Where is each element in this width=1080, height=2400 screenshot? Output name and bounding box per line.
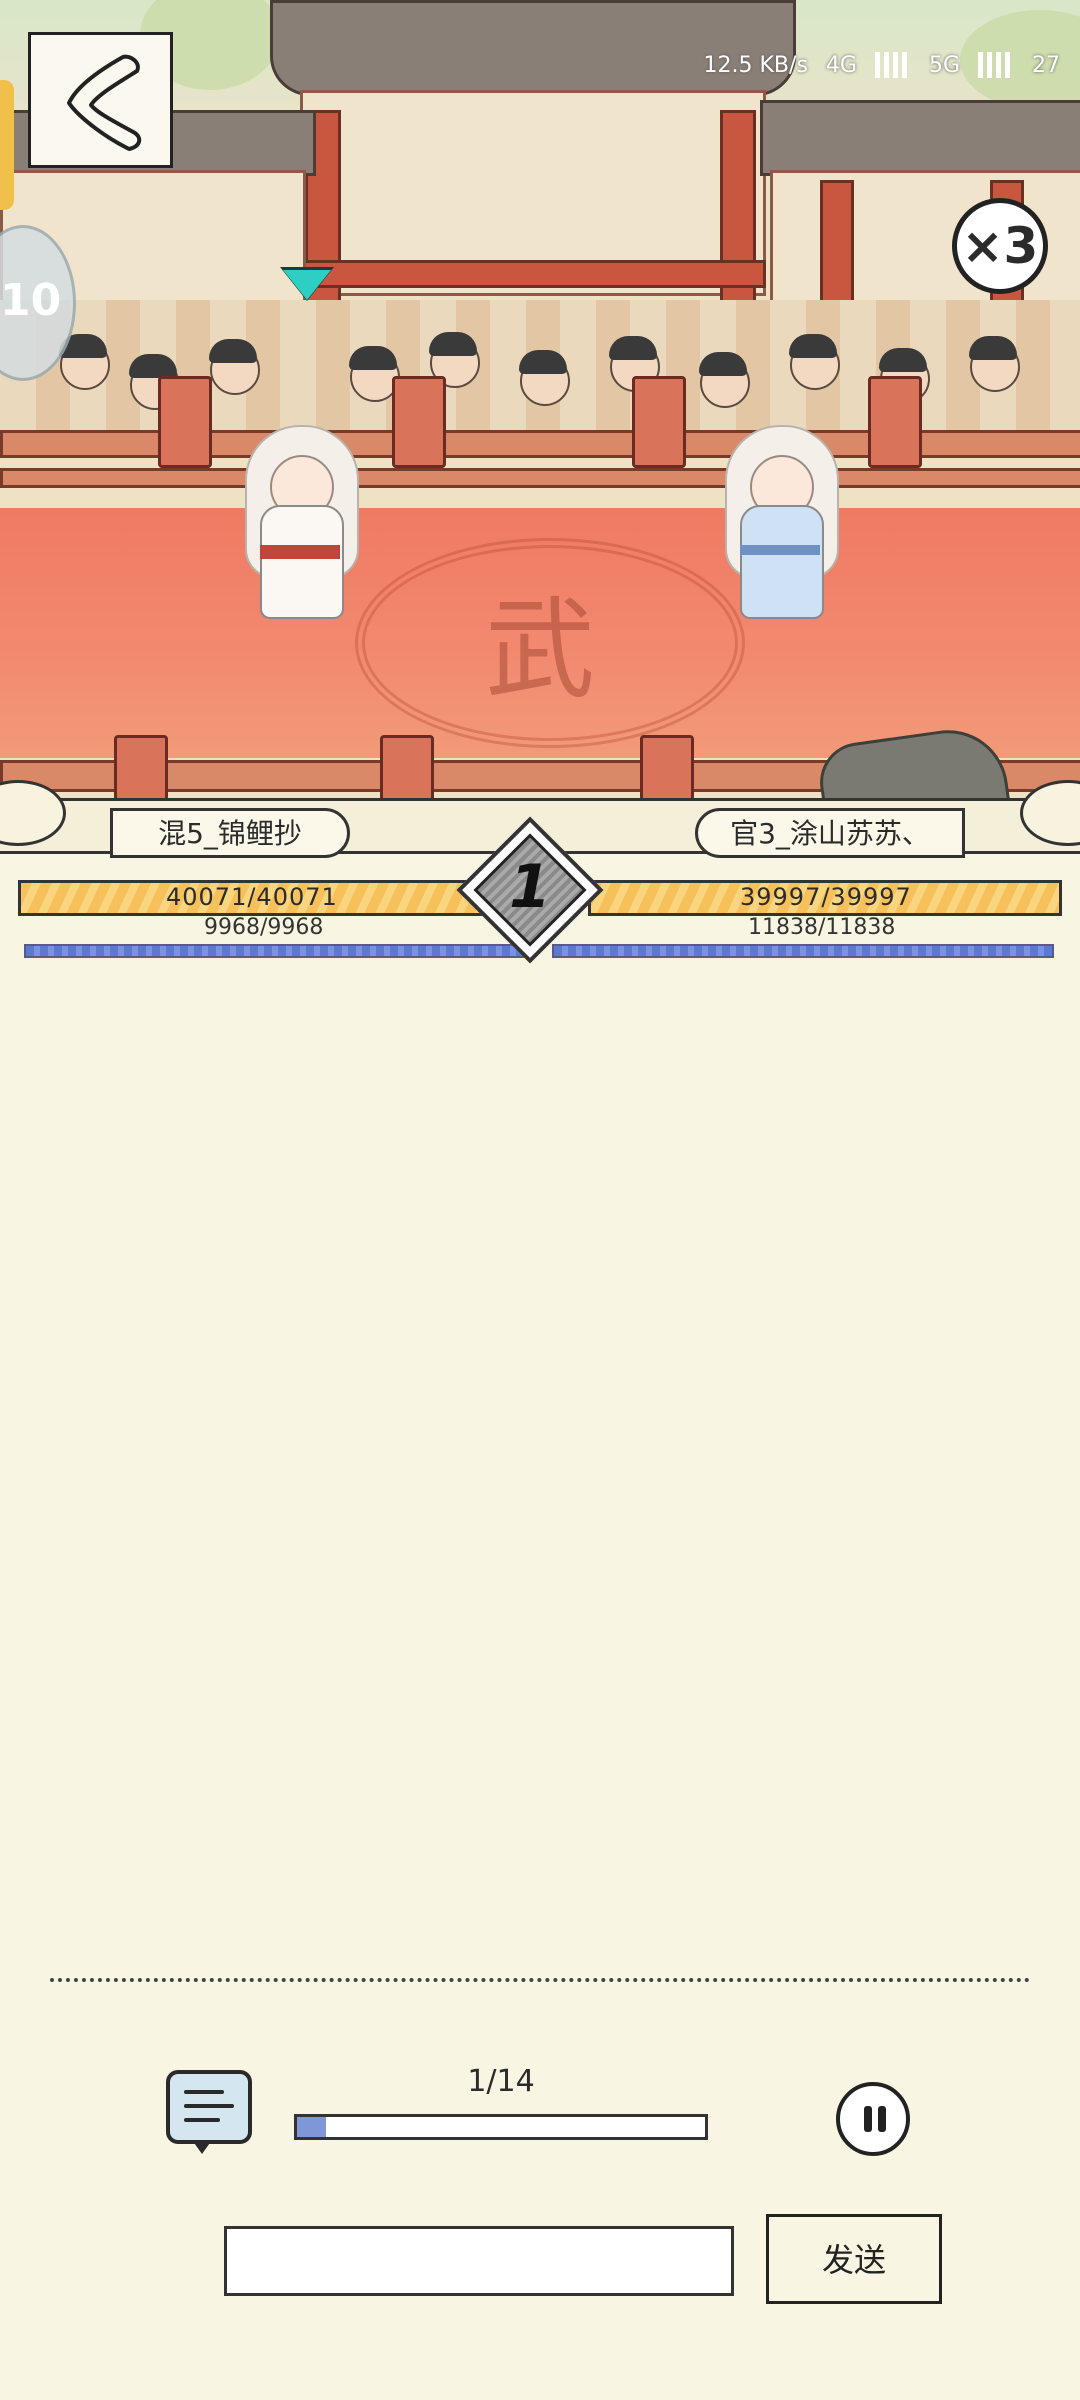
network-4g: 4G <box>825 52 857 78</box>
mp-bar-right <box>552 944 1054 958</box>
log-divider <box>50 1978 1030 1982</box>
speed-button[interactable]: ×3 <box>952 198 1048 294</box>
round-number: 1 <box>509 852 551 922</box>
back-button[interactable] <box>28 32 173 168</box>
floor-glyph: 武 <box>485 586 595 714</box>
player-left-name: 混5_锦鲤抄 <box>110 808 350 858</box>
mp-bar-left <box>24 944 524 958</box>
speed-icon: ×3 <box>961 217 1039 275</box>
fighter-left <box>225 425 375 625</box>
player-right-name: 官3_涂山苏苏、 <box>695 808 965 858</box>
chat-icon[interactable] <box>166 2070 252 2154</box>
pause-icon <box>864 2106 872 2132</box>
mp-text-right: 11838/11838 <box>748 915 896 940</box>
signal-icon-2 <box>978 52 1014 78</box>
hp-text-left: 40071/40071 <box>166 883 338 911</box>
back-icon <box>67 54 142 151</box>
progress-fill <box>297 2117 327 2137</box>
status-bar: 12.5 KB/s 4G 5G 27 <box>704 40 1060 90</box>
send-button[interactable]: 发送 <box>766 2214 942 2304</box>
signal-icon <box>874 52 911 78</box>
message-input[interactable] <box>224 2226 734 2296</box>
pause-button[interactable] <box>836 2082 910 2156</box>
mp-text-left: 9968/9968 <box>204 915 324 940</box>
progress-label: 1/14 <box>467 2064 535 2099</box>
turn-indicator-icon <box>283 270 331 300</box>
network-speed: 12.5 KB/s <box>703 52 808 78</box>
playback-progress[interactable] <box>294 2114 708 2140</box>
side-tab-label: 10 <box>0 275 62 326</box>
hp-text-right: 39997/39997 <box>740 883 912 911</box>
fighter-right <box>705 425 855 625</box>
battle-log <box>0 965 1080 1965</box>
network-5g: 5G <box>928 52 960 78</box>
battery-level: 27 <box>1032 52 1060 78</box>
side-gold-tab[interactable] <box>0 80 14 210</box>
